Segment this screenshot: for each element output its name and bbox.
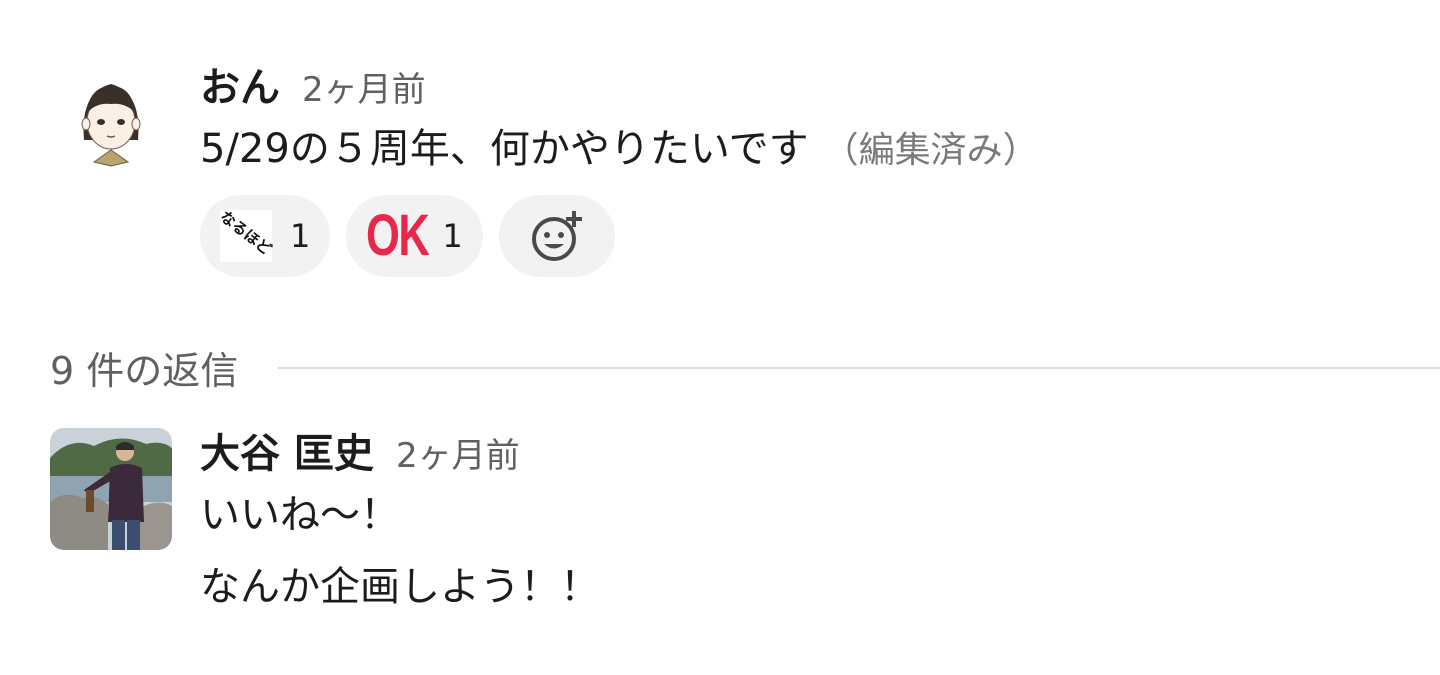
parent-message: おん 2ヶ月前 5/29の５周年、何かやりたいです （編集済み） なるほど 1 O… bbox=[50, 62, 1039, 277]
message-header: おん 2ヶ月前 bbox=[200, 62, 1039, 113]
message-line: いいね〜！ bbox=[200, 492, 400, 538]
author-name[interactable]: 大谷 匡史 bbox=[200, 429, 374, 479]
timestamp[interactable]: 2ヶ月前 bbox=[396, 428, 520, 477]
naruhodo-emoji-icon: なるほど bbox=[217, 207, 275, 262]
thread-divider: 9 件の返信 bbox=[50, 340, 1440, 395]
add-emoji-icon bbox=[531, 211, 582, 261]
message-line: なんか企画しよう！！ bbox=[200, 564, 600, 610]
avatar[interactable] bbox=[50, 428, 172, 550]
message-content: 大谷 匡史 2ヶ月前 いいね〜！ なんか企画しよう！！ bbox=[200, 428, 600, 623]
reaction-ok[interactable]: OK 1 bbox=[346, 195, 483, 277]
message-content: おん 2ヶ月前 5/29の５周年、何かやりたいです （編集済み） なるほど 1 O… bbox=[200, 62, 1039, 277]
reaction-count: 1 bbox=[442, 217, 463, 255]
reply-message: 大谷 匡史 2ヶ月前 いいね〜！ なんか企画しよう！！ bbox=[50, 428, 600, 623]
reaction-naruhodo[interactable]: なるほど 1 bbox=[200, 195, 331, 277]
reply-count: 9 件の返信 bbox=[50, 349, 239, 393]
avatar[interactable] bbox=[50, 62, 172, 184]
divider-line bbox=[278, 366, 1440, 369]
add-reaction-button[interactable] bbox=[498, 195, 615, 277]
message-text: 5/29の５周年、何かやりたいです （編集済み） bbox=[200, 113, 1039, 187]
author-name[interactable]: おん bbox=[200, 63, 280, 113]
edited-label: （編集済み） bbox=[822, 130, 1039, 171]
reactions-bar: なるほど 1 OK 1 bbox=[200, 195, 1039, 277]
reaction-count: 1 bbox=[290, 217, 311, 255]
ok-emoji-icon: OK bbox=[366, 203, 430, 268]
message-header: 大谷 匡史 2ヶ月前 bbox=[200, 428, 600, 479]
message-body: 5/29の５周年、何かやりたいです bbox=[200, 126, 809, 172]
timestamp[interactable]: 2ヶ月前 bbox=[302, 62, 426, 111]
